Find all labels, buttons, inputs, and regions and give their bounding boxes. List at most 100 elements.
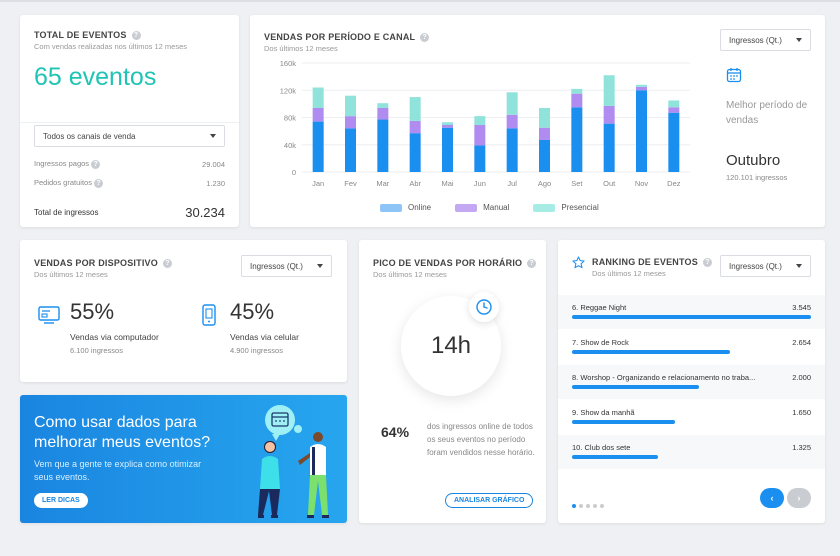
legend-label: Manual <box>483 203 510 212</box>
y-tick-label: 80k <box>284 114 296 123</box>
ranking-card: RANKING DE EVENTOS ? Dos últimos 12 mese… <box>558 240 825 523</box>
mobile-label: Vendas via celular <box>230 332 299 342</box>
ranking-row[interactable]: 8. Worshop - Organizando e relacionament… <box>558 365 825 399</box>
bar-online <box>571 107 583 172</box>
tips-banner: Como usar dados para melhorar meus event… <box>20 395 347 523</box>
channel-select[interactable]: Todos os canais de venda <box>34 125 225 147</box>
bar-online <box>442 127 453 172</box>
bar-online <box>312 121 324 172</box>
device-sales-card: VENDAS POR DISPOSITIVO ? Dos últimos 12 … <box>20 240 347 382</box>
bar-manual <box>506 114 518 129</box>
ranking-event-name: 8. Worshop - Organizando e relacionament… <box>572 373 756 382</box>
bar-online <box>409 133 421 172</box>
y-tick-label: 0 <box>292 168 296 177</box>
clock-icon <box>476 299 492 315</box>
chart-legend: Online Manual Presencial <box>380 203 599 212</box>
prev-page-button[interactable]: ‹ <box>760 488 784 508</box>
bar-presencial <box>539 107 550 128</box>
paid-tickets-label: Ingressos pagos ? <box>34 159 101 169</box>
x-tick-label: Jan <box>312 179 324 188</box>
bar-manual <box>409 120 421 134</box>
smartphone-icon <box>202 304 216 326</box>
x-tick-label: Jul <box>507 179 517 188</box>
total-events-title: TOTAL DE EVENTOS ? <box>34 30 187 40</box>
calendar-icon <box>726 68 742 83</box>
free-orders-row: Pedidos gratuitos ? 1.230 <box>34 178 225 188</box>
help-icon[interactable]: ? <box>131 30 141 40</box>
x-tick-label: Nov <box>635 179 649 188</box>
help-icon[interactable]: ? <box>94 179 104 188</box>
bar-manual <box>539 127 550 140</box>
x-tick-label: Abr <box>409 179 421 188</box>
sales-period-title: VENDAS POR PERÍODO E CANAL ? <box>264 32 430 42</box>
help-icon[interactable]: ? <box>702 257 712 267</box>
chevron-down-icon <box>317 264 323 268</box>
top-strip <box>0 0 840 2</box>
people-illustration <box>258 405 329 518</box>
bar-online <box>377 119 389 172</box>
ranking-subtitle: Dos últimos 12 meses <box>592 269 666 278</box>
pagination-dot[interactable] <box>586 504 590 508</box>
ranking-event-name: 9. Show da manhã <box>572 408 635 417</box>
ranking-bar <box>572 315 811 319</box>
bar-manual <box>603 105 615 124</box>
bar-presencial <box>442 122 453 125</box>
bar-online <box>539 139 550 172</box>
best-period-count: 120.101 ingressos <box>726 173 788 182</box>
bar-presencial <box>312 87 324 108</box>
next-page-button[interactable]: › <box>787 488 811 508</box>
x-tick-label: Mai <box>441 179 453 188</box>
legend-presencial[interactable]: Presencial <box>533 203 599 212</box>
pagination-dot[interactable] <box>593 504 597 508</box>
ranking-event-value: 1.650 <box>792 408 811 417</box>
ranking-row[interactable]: 7. Show de Rock 2.654 <box>558 330 825 364</box>
sales-period-subtitle: Dos últimos 12 meses <box>264 44 338 53</box>
pagination-dot[interactable] <box>572 504 576 508</box>
ranking-event-value: 2.000 <box>792 373 811 382</box>
read-tips-button[interactable]: LER DICAS <box>34 493 88 508</box>
bar-manual <box>442 124 453 128</box>
ranking-event-value: 2.654 <box>792 338 811 347</box>
bar-manual <box>474 124 486 146</box>
mobile-sub: 4.900 ingressos <box>230 346 283 355</box>
help-icon[interactable]: ? <box>420 32 430 42</box>
legend-swatch <box>533 203 556 212</box>
analyze-chart-button[interactable]: ANALISAR GRÁFICO <box>445 493 534 508</box>
divider <box>20 122 239 123</box>
star-icon <box>572 256 585 269</box>
x-tick-label: Set <box>571 179 583 188</box>
pagination-dot[interactable] <box>579 504 583 508</box>
clock-badge <box>469 292 499 322</box>
pagination-dot[interactable] <box>600 504 604 508</box>
x-tick-label: Dez <box>667 179 681 188</box>
device-sales-title-text: VENDAS POR DISPOSITIVO <box>34 258 158 268</box>
ranking-row[interactable]: 9. Show da manhã 1.650 <box>558 400 825 434</box>
bar-manual <box>377 107 389 120</box>
bar-manual <box>571 93 583 108</box>
bar-presencial <box>636 84 647 87</box>
ranking-row[interactable]: 6. Reggae Night 3.545 <box>558 295 825 329</box>
bar-online <box>668 112 680 172</box>
ranking-event-name: 10. Club dos sete <box>572 443 631 452</box>
legend-online[interactable]: Online <box>380 203 431 212</box>
sales-unit-select[interactable]: Ingressos (Qt.) <box>720 29 811 51</box>
peak-sales-card: PICO DE VENDAS POR HORÁRIO ? Dos últimos… <box>359 240 546 523</box>
bar-manual <box>312 107 324 122</box>
y-tick-label: 120k <box>280 86 297 95</box>
total-events-title-text: TOTAL DE EVENTOS <box>34 30 127 40</box>
ranking-unit-select[interactable]: Ingressos (Qt.) <box>720 255 811 277</box>
chevron-down-icon <box>796 264 802 268</box>
banner-title: Como usar dados para melhorar meus event… <box>34 414 211 451</box>
bar-presencial <box>603 75 615 106</box>
ranking-row[interactable]: 10. Club dos sete 1.325 <box>558 435 825 469</box>
free-orders-label: Pedidos gratuitos ? <box>34 178 104 188</box>
paid-tickets-row: Ingressos pagos ? 29.004 <box>34 159 225 169</box>
help-icon[interactable]: ? <box>91 160 101 169</box>
device-unit-select[interactable]: Ingressos (Qt.) <box>241 255 332 277</box>
ranking-bar <box>572 420 675 424</box>
help-icon[interactable]: ? <box>527 258 537 268</box>
device-unit-select-value: Ingressos (Qt.) <box>250 261 303 271</box>
help-icon[interactable]: ? <box>162 258 172 268</box>
legend-manual[interactable]: Manual <box>455 203 509 212</box>
ranking-bar <box>572 385 699 389</box>
